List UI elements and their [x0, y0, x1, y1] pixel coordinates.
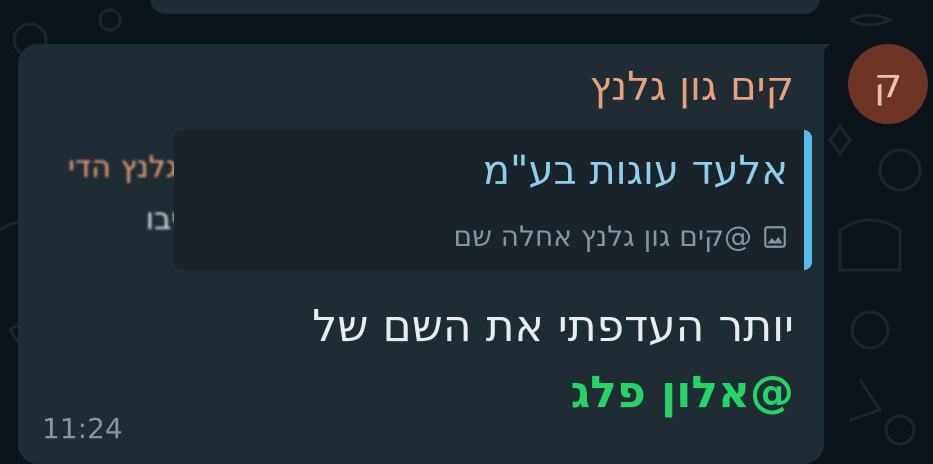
previous-message-bubble [150, 0, 820, 14]
message-body: יותר העדפתי את השם של [312, 301, 794, 352]
sender-name[interactable]: קים גון גלנץ [590, 64, 794, 110]
quote-preview: @קים גון גלנץ אחלה שם [453, 220, 788, 253]
avatar-initial: ק [873, 61, 903, 107]
photo-icon [764, 225, 786, 248]
quote-accent-bar [804, 130, 812, 270]
quote-author: אלעד עוגות בע"מ [482, 148, 788, 194]
message-text: יותר העדפתי את השם של @אלון פלג [54, 294, 794, 426]
mention-link[interactable]: @אלון פלג [571, 367, 794, 418]
blurred-preview-line-1: גלנץ הדי [68, 150, 178, 185]
message-bubble[interactable]: קים גון גלנץ גלנץ הדי יבו אלעד עוגות בע"… [18, 44, 824, 464]
quoted-message[interactable]: אלעד עוגות בע"מ @קים גון גלנץ אחלה שם [174, 130, 812, 270]
quote-preview-text: @קים גון גלנץ אחלה שם [453, 220, 752, 253]
message-timestamp: 11:24 [42, 412, 123, 445]
sender-avatar[interactable]: ק [848, 44, 928, 124]
blurred-preview: גלנץ הדי יבו [18, 144, 178, 254]
